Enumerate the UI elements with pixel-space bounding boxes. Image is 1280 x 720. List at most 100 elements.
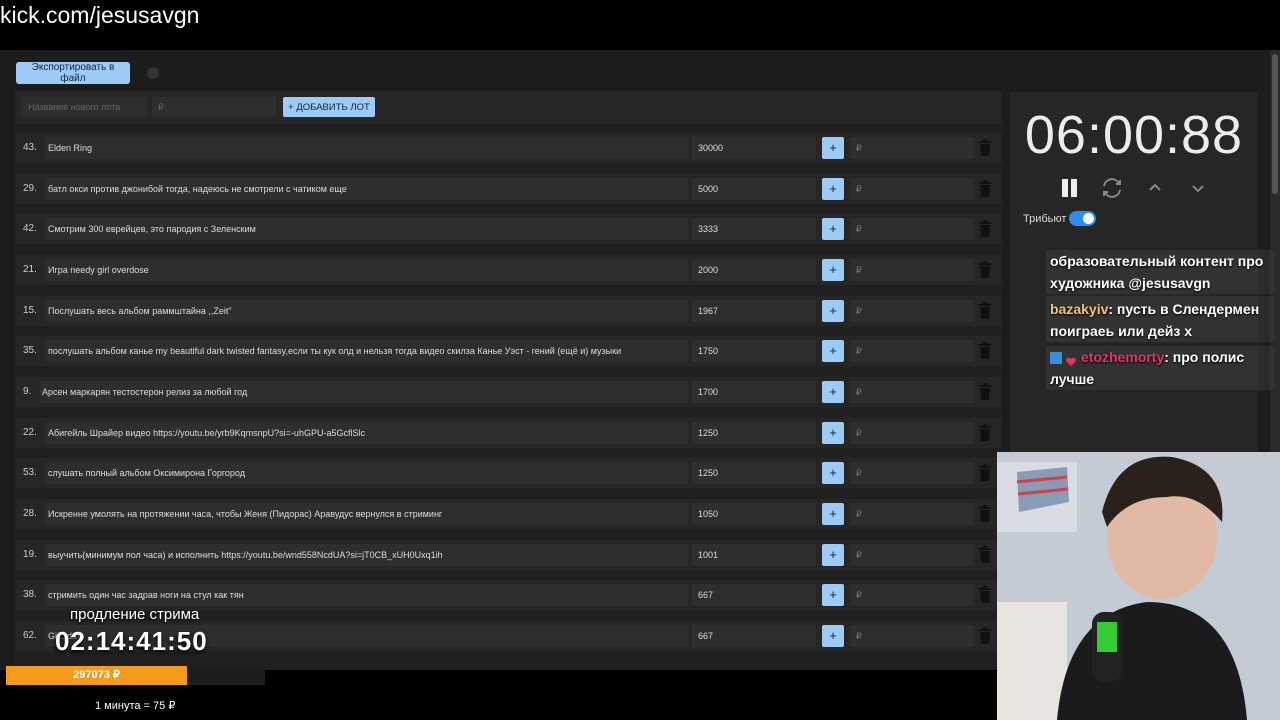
lot-add-amount-input[interactable]: ₽ — [850, 422, 974, 444]
lot-add-amount-input[interactable]: ₽ — [850, 259, 974, 281]
lot-add-amount-input[interactable]: ₽ — [850, 462, 974, 484]
chat-username[interactable]: bazakyiv — [1050, 301, 1108, 317]
lot-row: 21. Игра needy girl overdose 2000 + ₽ — [16, 255, 1002, 285]
trash-icon[interactable] — [978, 586, 992, 604]
trash-icon[interactable] — [978, 220, 992, 238]
lot-add-button[interactable]: + — [822, 340, 844, 362]
chat-message: etozhemorty: про полис лучше — [1050, 346, 1270, 390]
lot-add-amount-input[interactable]: ₽ — [850, 218, 974, 240]
theme-toggle[interactable] — [147, 67, 159, 79]
lot-add-button[interactable]: + — [822, 178, 844, 200]
tribute-toggle[interactable] — [1069, 211, 1096, 226]
reset-icon[interactable] — [1100, 176, 1124, 200]
trash-icon[interactable] — [978, 139, 992, 157]
trash-icon[interactable] — [978, 261, 992, 279]
trash-icon[interactable] — [978, 627, 992, 645]
lot-sum-input[interactable]: 1050 — [692, 503, 816, 525]
trash-icon[interactable] — [978, 302, 992, 320]
lot-name-input[interactable]: батл окси против джонибой тогда, надеюсь… — [46, 178, 688, 200]
trash-icon[interactable] — [978, 546, 992, 564]
lot-add-amount-input[interactable]: ₽ — [850, 300, 974, 322]
lot-name-input[interactable]: Послушать весь альбом раммштайна ,,Zeit" — [46, 300, 688, 322]
lot-add-button[interactable]: + — [822, 544, 844, 566]
chat-overlay: образовательный контент про художника @j… — [1046, 250, 1274, 390]
lot-sum-input[interactable]: 1750 — [692, 340, 816, 362]
lot-row: 43. Elden Ring 30000 + ₽ — [16, 133, 1002, 163]
trash-icon[interactable] — [978, 342, 992, 360]
lot-add-button[interactable]: + — [822, 462, 844, 484]
lot-add-button[interactable]: + — [822, 259, 844, 281]
lot-name-input[interactable]: Абигейль Шрайер видео https://youtu.be/y… — [46, 422, 688, 444]
new-lot-name-input[interactable]: Название нового лота — [22, 97, 146, 117]
lot-sum-input[interactable]: 2000 — [692, 259, 816, 281]
lot-number: 35. — [23, 345, 37, 356]
pause-icon[interactable] — [1058, 176, 1082, 200]
trash-icon[interactable] — [978, 505, 992, 523]
lot-add-amount-input[interactable]: ₽ — [850, 137, 974, 159]
lot-number: 21. — [23, 264, 37, 275]
lot-add-button[interactable]: + — [822, 625, 844, 647]
url-bar: kick.com/jesusavgn — [0, 0, 1280, 50]
lot-number: 43. — [23, 142, 37, 153]
add-lot-button[interactable]: + ДОБАВИТЬ ЛОТ — [283, 97, 375, 117]
lot-add-button[interactable]: + — [822, 503, 844, 525]
trash-icon[interactable] — [978, 383, 992, 401]
trash-icon[interactable] — [978, 180, 992, 198]
chevron-down-icon[interactable] — [1186, 176, 1210, 200]
lot-add-button[interactable]: + — [822, 381, 844, 403]
lot-sum-input[interactable]: 1250 — [692, 462, 816, 484]
lot-number: 53. — [23, 467, 37, 478]
lot-name-input[interactable]: Игра needy girl overdose — [46, 259, 688, 281]
lot-add-button[interactable]: + — [822, 584, 844, 606]
lot-row: 19. выучить(минимум пол часа) и исполнить… — [16, 540, 1002, 570]
lot-name-input[interactable]: Искренне умолять на протяжении часа, что… — [46, 503, 688, 525]
rate-label: 1 минута = 75 ₽ — [95, 700, 176, 712]
social-badge-icon — [1050, 352, 1062, 365]
lot-name-input[interactable]: слушать полный альбом Оксимирона Горгоро… — [46, 462, 688, 484]
lot-sum-input[interactable]: 1967 — [692, 300, 816, 322]
lot-sum-input[interactable]: 5000 — [692, 178, 816, 200]
lot-add-button[interactable]: + — [822, 218, 844, 240]
lot-add-amount-input[interactable]: ₽ — [850, 625, 974, 647]
lot-sum-input[interactable]: 30000 — [692, 137, 816, 159]
trash-icon[interactable] — [978, 424, 992, 442]
lot-add-amount-input[interactable]: ₽ — [850, 178, 974, 200]
chat-username[interactable]: etozhemorty — [1081, 349, 1164, 365]
lot-sum-input[interactable]: 1250 — [692, 422, 816, 444]
lot-add-amount-input[interactable]: ₽ — [850, 584, 974, 606]
lot-add-button[interactable]: + — [822, 422, 844, 444]
trash-icon[interactable] — [978, 464, 992, 482]
lot-add-amount-input[interactable]: ₽ — [850, 340, 974, 362]
lot-name-input[interactable]: Арсен маркарян тестостерон релиз за любо… — [40, 381, 688, 403]
lot-name-input[interactable]: Смотрим 300 еврейцев, это пародия с Зеле… — [46, 218, 688, 240]
extend-label: продление стрима — [70, 606, 200, 623]
chat-message: bazakyiv: пусть в Слендермен поиграеь ил… — [1050, 298, 1270, 342]
lot-name-input[interactable]: стримить один час задрав ноги на стул ка… — [46, 584, 688, 606]
lot-sum-input[interactable]: 3333 — [692, 218, 816, 240]
chevron-up-icon[interactable] — [1143, 176, 1167, 200]
lot-sum-input[interactable]: 1001 — [692, 544, 816, 566]
new-lot-amount-input[interactable]: ₽ — [152, 97, 276, 117]
lot-number: 22. — [23, 427, 37, 438]
lot-row: 53. слушать полный альбом Оксимирона Горг… — [16, 458, 1002, 488]
export-button[interactable]: Экспортировать в файл — [16, 62, 130, 84]
lot-add-amount-input[interactable]: ₽ — [850, 381, 974, 403]
lot-name-input[interactable]: Elden Ring — [46, 137, 688, 159]
lot-row: 35. послушать альбом канье my beautiful d… — [16, 336, 1002, 366]
lot-add-button[interactable]: + — [822, 137, 844, 159]
lot-add-button[interactable]: + — [822, 300, 844, 322]
lot-name-input[interactable]: выучить(минимум пол часа) и исполнить ht… — [46, 544, 688, 566]
lot-name-input[interactable]: послушать альбом канье my beautiful dark… — [46, 340, 688, 362]
scrollbar-thumb[interactable] — [1272, 54, 1278, 194]
lot-sum-input[interactable]: 667 — [692, 625, 816, 647]
lot-add-amount-input[interactable]: ₽ — [850, 544, 974, 566]
tribute-toggle-knob — [1083, 213, 1094, 224]
lot-number: 38. — [23, 589, 37, 600]
lot-sum-input[interactable]: 1700 — [692, 381, 816, 403]
tribute-label: Трибьют — [1023, 213, 1067, 225]
lot-add-amount-input[interactable]: ₽ — [850, 503, 974, 525]
timer-display: 06:00:88 — [1024, 105, 1244, 165]
lot-number: 62. — [23, 630, 37, 641]
lot-row: 28. Искренне умолять на протяжении часа, … — [16, 499, 1002, 529]
lot-sum-input[interactable]: 667 — [692, 584, 816, 606]
